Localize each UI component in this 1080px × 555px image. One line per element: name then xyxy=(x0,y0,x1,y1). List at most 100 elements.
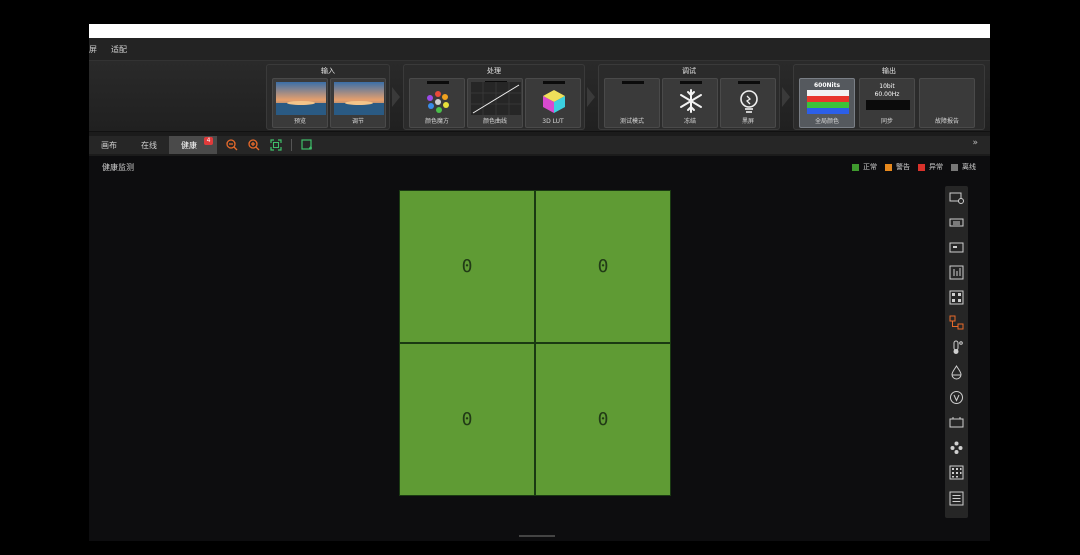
tab-online-label: 在线 xyxy=(141,140,157,150)
card-fault-report-label: 故障报告 xyxy=(934,118,959,125)
module-grid-icon[interactable] xyxy=(949,290,964,305)
menu-bar: 屏 适配 xyxy=(89,38,990,60)
card-indicator xyxy=(680,81,702,84)
right-toolbar xyxy=(945,186,968,518)
cabinet-grid: 0 0 0 0 xyxy=(399,190,671,496)
tab-canvas-label: 画布 xyxy=(101,140,117,150)
legend-warning: 警告 xyxy=(885,162,910,172)
tab-health-label: 健康 xyxy=(181,140,197,150)
arrow-icon xyxy=(782,64,792,130)
arrow-icon xyxy=(392,64,402,130)
landscape-thumb-icon xyxy=(334,82,384,115)
levels-icon[interactable] xyxy=(949,265,964,280)
status-legend: 正常 警告 异常 离线 xyxy=(844,162,976,172)
card-adjust-label: 调节 xyxy=(351,118,364,125)
tab-bar: 画布 在线 健康 4 » xyxy=(89,136,990,154)
legend-swatch xyxy=(852,163,859,171)
humidity-icon[interactable] xyxy=(949,365,964,380)
bit-depth: 10bit xyxy=(879,83,895,90)
image-settings-icon[interactable] xyxy=(949,190,964,205)
card-sync[interactable]: 10bit 60.00Hz 同步 xyxy=(859,78,915,128)
fan-icon[interactable] xyxy=(949,440,964,455)
zoom-in-icon[interactable] xyxy=(247,138,261,152)
legend-offline-label: 离线 xyxy=(962,163,976,171)
card-blackout[interactable]: 黑屏 xyxy=(720,78,776,128)
top-band xyxy=(89,24,990,38)
tab-canvas[interactable]: 画布 xyxy=(89,136,129,154)
notification-badge: 4 xyxy=(204,137,213,145)
temperature-icon[interactable] xyxy=(949,340,964,355)
group-output: 输出 600Nits 全局颜色 10bit 60.00Hz 同步 故障报告 xyxy=(793,64,985,130)
card-color-curve-label: 颜色曲线 xyxy=(482,118,507,125)
card-3d-lut[interactable]: 3D LUT xyxy=(525,78,581,128)
landscape-thumb-icon xyxy=(276,82,326,115)
section-title: 健康监测 xyxy=(102,163,134,172)
scroll-handle[interactable] xyxy=(519,535,555,537)
screen: 屏 适配 输入 预览 调节 处理 颜色魔方 颜色曲线 3D LUT 调试 测试模… xyxy=(0,0,1080,555)
arrow-icon xyxy=(587,64,597,130)
menu-item-1[interactable]: 屏 xyxy=(89,44,97,55)
receiver-card-icon[interactable] xyxy=(949,215,964,230)
bulb-icon xyxy=(740,90,758,113)
group-debug: 调试 测试模式 冻结 黑屏 xyxy=(598,64,780,130)
card-blackout-label: 黑屏 xyxy=(741,118,754,125)
cube-icon xyxy=(543,90,565,113)
card-preview-label: 预览 xyxy=(293,118,306,125)
card-adjust[interactable]: 调节 xyxy=(330,78,386,128)
refresh-rate: 60.00Hz xyxy=(874,91,900,98)
group-input: 输入 预览 调节 xyxy=(266,64,390,130)
zoom-out-icon[interactable] xyxy=(225,138,239,152)
health-monitor-panel: 健康监测 正常 警告 异常 离线 0 0 0 0 xyxy=(89,156,990,541)
color-wheel-icon xyxy=(427,91,449,113)
menu-item-2[interactable]: 适配 xyxy=(111,44,127,55)
card-test-mode-label: 测试模式 xyxy=(619,118,644,125)
tab-online[interactable]: 在线 xyxy=(129,136,169,154)
legend-error: 异常 xyxy=(918,162,943,172)
legend-swatch xyxy=(885,163,892,171)
group-input-title: 输入 xyxy=(321,67,335,75)
group-process-title: 处理 xyxy=(487,67,501,75)
card-color-curve[interactable]: 颜色曲线 xyxy=(467,78,523,128)
card-test-mode[interactable]: 测试模式 xyxy=(604,78,660,128)
network-icon[interactable] xyxy=(949,315,964,330)
legend-error-label: 异常 xyxy=(929,163,943,171)
more-chevron-icon[interactable]: » xyxy=(972,138,978,148)
legend-normal-label: 正常 xyxy=(863,163,877,171)
list-icon[interactable] xyxy=(949,491,964,506)
app-window: 屏 适配 输入 预览 调节 处理 颜色魔方 颜色曲线 3D LUT 调试 测试模… xyxy=(89,38,990,541)
cabinet-cell[interactable]: 0 xyxy=(535,190,671,343)
display-icon[interactable] xyxy=(949,240,964,255)
card-global-color[interactable]: 600Nits 全局颜色 xyxy=(799,78,855,128)
tab-health[interactable]: 健康 4 xyxy=(169,136,217,154)
group-debug-title: 调试 xyxy=(682,67,696,75)
card-freeze[interactable]: 冻结 xyxy=(662,78,718,128)
toolbar-separator xyxy=(291,139,292,151)
card-preview[interactable]: 预览 xyxy=(272,78,328,128)
snowflake-icon xyxy=(680,89,702,113)
card-indicator xyxy=(543,81,565,84)
fit-screen-icon[interactable] xyxy=(269,138,283,152)
pixel-matrix-icon[interactable] xyxy=(949,465,964,480)
card-global-color-label: 全局颜色 xyxy=(814,118,839,125)
card-indicator xyxy=(622,81,644,84)
card-3d-lut-label: 3D LUT xyxy=(542,118,564,125)
group-output-title: 输出 xyxy=(882,67,896,75)
battery-icon[interactable] xyxy=(949,415,964,430)
legend-swatch xyxy=(951,163,958,171)
card-color-cube-label: 颜色魔方 xyxy=(424,118,449,125)
pipeline-bar: 输入 预览 调节 处理 颜色魔方 颜色曲线 3D LUT 调试 测试模式 冻结 … xyxy=(89,60,990,132)
add-screen-icon[interactable] xyxy=(300,138,314,152)
legend-swatch xyxy=(918,163,925,171)
card-color-cube[interactable]: 颜色魔方 xyxy=(409,78,465,128)
card-indicator xyxy=(427,81,449,84)
color-bars-icon xyxy=(807,90,849,114)
card-indicator xyxy=(738,81,760,84)
card-sync-label: 同步 xyxy=(880,118,893,125)
card-fault-report[interactable]: 故障报告 xyxy=(919,78,975,128)
cabinet-cell[interactable]: 0 xyxy=(535,343,671,496)
cabinet-cell[interactable]: 0 xyxy=(399,343,535,496)
group-process: 处理 颜色魔方 颜色曲线 3D LUT xyxy=(403,64,585,130)
cabinet-cell[interactable]: 0 xyxy=(399,190,535,343)
voltage-icon[interactable] xyxy=(949,390,964,405)
legend-offline: 离线 xyxy=(951,162,976,172)
